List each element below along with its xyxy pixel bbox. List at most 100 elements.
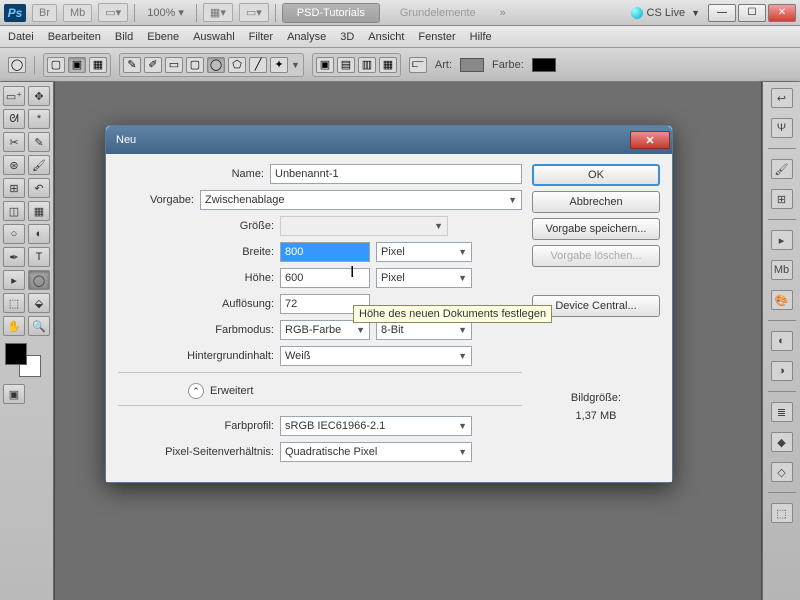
stamp-tool[interactable]: ⊞	[3, 178, 25, 198]
menu-datei[interactable]: Datei	[8, 31, 34, 43]
subtract-path-icon[interactable]: ▤	[337, 57, 355, 73]
history-panel-icon[interactable]: ↩	[771, 88, 793, 108]
dodge-tool[interactable]: ◐	[28, 224, 50, 244]
workspace-tab-active[interactable]: PSD-Tutorials	[282, 3, 380, 23]
colormode-select[interactable]: RGB-Farbe▼	[280, 320, 370, 340]
cs-live-button[interactable]: CS Live▼	[631, 7, 700, 19]
minimize-button[interactable]: —	[708, 4, 736, 22]
dialog-close-button[interactable]: ✕	[630, 131, 670, 149]
ellipse-icon[interactable]: ◯	[207, 57, 225, 73]
lasso-tool[interactable]: ᘛ	[3, 109, 25, 129]
aspect-select[interactable]: Quadratische Pixel▼	[280, 442, 472, 462]
intersect-path-icon[interactable]: ▥	[358, 57, 376, 73]
paths-panel-icon[interactable]: ◇	[771, 462, 793, 482]
actions-panel-icon[interactable]: Ψ	[771, 118, 793, 138]
color-panel-icon[interactable]: 🎨	[771, 290, 793, 310]
profile-select[interactable]: sRGB IEC61966-2.1▼	[280, 416, 472, 436]
screen-mode-button[interactable]: ▭▾	[98, 3, 128, 22]
fg-bg-colors[interactable]	[3, 343, 43, 377]
move-tool[interactable]: ▭⁺	[3, 86, 25, 106]
menu-hilfe[interactable]: Hilfe	[470, 31, 492, 43]
pen-icon[interactable]: ✎	[123, 57, 141, 73]
character-panel-icon[interactable]: ⬚	[771, 503, 793, 523]
custom-shape-icon[interactable]: ✦	[270, 57, 288, 73]
shape-tool[interactable]: ◯	[28, 270, 50, 290]
menu-ansicht[interactable]: Ansicht	[368, 31, 404, 43]
width-unit-select[interactable]: Pixel▼	[376, 242, 472, 262]
line-icon[interactable]: ╱	[249, 57, 267, 73]
align-icon[interactable]: ⫍	[409, 57, 427, 73]
fg-color-swatch[interactable]	[5, 343, 27, 365]
polygon-icon[interactable]: ⬠	[228, 57, 246, 73]
layers-panel-icon[interactable]: ≣	[771, 402, 793, 422]
magic-wand-tool[interactable]: *	[28, 109, 50, 129]
path-select-tool[interactable]: ▸	[3, 270, 25, 290]
ok-button[interactable]: OK	[532, 164, 660, 186]
menu-bearbeiten[interactable]: Bearbeiten	[48, 31, 101, 43]
bitdepth-select[interactable]: 8-Bit▼	[376, 320, 472, 340]
rounded-rect-icon[interactable]: ▢	[186, 57, 204, 73]
workspace-tab-inactive[interactable]: Grundelemente	[386, 4, 490, 22]
move-arrow-tool[interactable]: ✥	[28, 86, 50, 106]
advanced-toggle[interactable]: ⌃ Erweitert	[188, 383, 522, 399]
rect-icon[interactable]: ▭	[165, 57, 183, 73]
add-path-icon[interactable]: ▣	[316, 57, 334, 73]
hand-tool[interactable]: ✋	[3, 316, 25, 336]
menu-filter[interactable]: Filter	[249, 31, 273, 43]
maximize-button[interactable]: ☐	[738, 4, 766, 22]
channels-panel-icon[interactable]: ◆	[771, 432, 793, 452]
height-unit-select[interactable]: Pixel▼	[376, 268, 472, 288]
history-brush-tool[interactable]: ↶	[28, 178, 50, 198]
zoom-tool[interactable]: 🔍	[28, 316, 50, 336]
paths-icon[interactable]: ▣	[68, 57, 86, 73]
info-panel-icon[interactable]: ▸	[771, 230, 793, 250]
zoom-level[interactable]: 100% ▾	[141, 6, 190, 19]
freeform-pen-icon[interactable]: ✐	[144, 57, 162, 73]
name-field[interactable]	[270, 164, 522, 184]
width-label: Breite:	[158, 246, 274, 258]
style-swatch[interactable]	[460, 58, 484, 72]
masks-panel-icon[interactable]: ◑	[771, 361, 793, 381]
quickmask-tool[interactable]: ▣	[3, 384, 25, 404]
more-workspaces-icon[interactable]: »	[496, 7, 510, 19]
crop-tool[interactable]: ✂	[3, 132, 25, 152]
view-extras-button[interactable]: ▦▾	[203, 3, 233, 22]
menu-ebene[interactable]: Ebene	[147, 31, 179, 43]
fill-pixels-icon[interactable]: ▦	[89, 57, 107, 73]
eyedropper-tool[interactable]: ✎	[28, 132, 50, 152]
exclude-path-icon[interactable]: ▦	[379, 57, 397, 73]
arrange-button[interactable]: ▭▾	[239, 3, 269, 22]
save-preset-button[interactable]: Vorgabe speichern...	[532, 218, 660, 240]
current-tool-preset[interactable]: ◯	[8, 57, 26, 73]
preset-select[interactable]: Zwischenablage▼	[200, 190, 522, 210]
3d-tool[interactable]: ⬚	[3, 293, 25, 313]
bridge-button[interactable]: Br	[32, 4, 57, 22]
clone-panel-icon[interactable]: ⊞	[771, 189, 793, 209]
height-field[interactable]	[280, 268, 370, 288]
shape-layers-icon[interactable]: ▢	[47, 57, 65, 73]
type-tool[interactable]: T	[28, 247, 50, 267]
eraser-tool[interactable]: ◫	[3, 201, 25, 221]
brush-panel-icon[interactable]: 🖌	[771, 159, 793, 179]
3d-camera-tool[interactable]: ⬙	[28, 293, 50, 313]
width-field[interactable]	[280, 242, 370, 262]
adjustments-panel-icon[interactable]: ◐	[771, 331, 793, 351]
toolbox: ▭⁺✥ ᘛ* ✂✎ ⊛🖌 ⊞↶ ◫▦ ○◐ ✒T ▸◯ ⬚⬙ ✋🔍 ▣	[0, 82, 54, 600]
pen-tool[interactable]: ✒	[3, 247, 25, 267]
gradient-tool[interactable]: ▦	[28, 201, 50, 221]
menu-bild[interactable]: Bild	[115, 31, 133, 43]
dialog-titlebar[interactable]: Neu ✕	[106, 126, 672, 154]
menu-fenster[interactable]: Fenster	[418, 31, 455, 43]
minibridge-panel-icon[interactable]: Mb	[771, 260, 793, 280]
cancel-button[interactable]: Abbrechen	[532, 191, 660, 213]
blur-tool[interactable]: ○	[3, 224, 25, 244]
bgcontent-select[interactable]: Weiß▼	[280, 346, 472, 366]
window-close-button[interactable]: ✕	[768, 4, 796, 22]
heal-tool[interactable]: ⊛	[3, 155, 25, 175]
color-swatch[interactable]	[532, 58, 556, 72]
brush-tool[interactable]: 🖌	[28, 155, 50, 175]
menu-3d[interactable]: 3D	[340, 31, 354, 43]
menu-analyse[interactable]: Analyse	[287, 31, 326, 43]
minibridge-button[interactable]: Mb	[63, 4, 92, 22]
menu-auswahl[interactable]: Auswahl	[193, 31, 235, 43]
